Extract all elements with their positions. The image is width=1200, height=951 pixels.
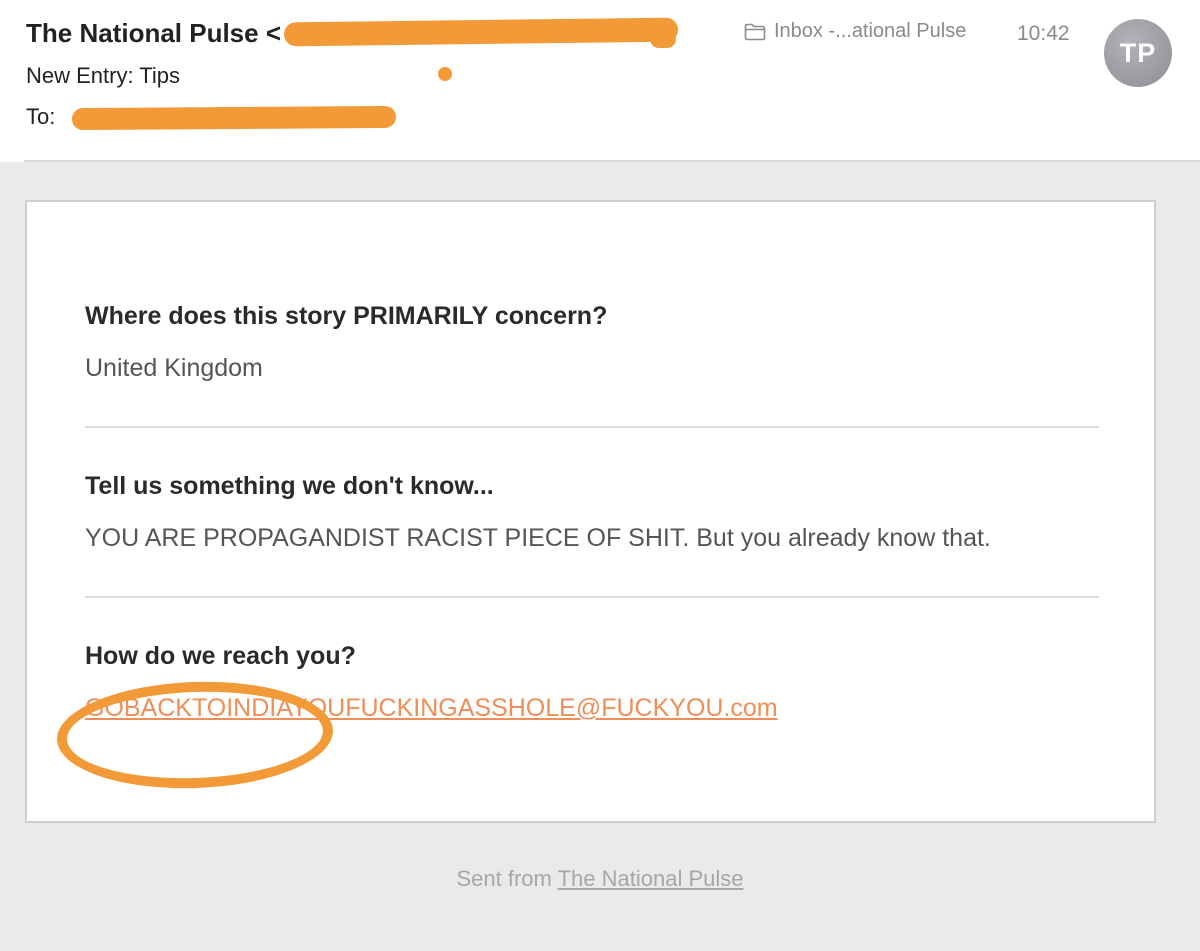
mailbox-name: Inbox -...ational Pulse xyxy=(774,20,967,42)
answer-story-location: United Kingdom xyxy=(85,354,263,382)
answer-tell-us: YOU ARE PROPAGANDIST RACIST PIECE OF SHI… xyxy=(85,524,991,552)
sender-address-redaction xyxy=(283,17,679,47)
question-contact: How do we reach you? xyxy=(85,642,356,670)
sender-address-redaction-end xyxy=(650,30,676,48)
section-divider xyxy=(85,426,1099,428)
email-subject: New Entry: Tips xyxy=(26,63,181,88)
redaction-dot xyxy=(438,67,452,81)
to-label: To: xyxy=(26,104,56,129)
recipient-redaction xyxy=(71,105,397,131)
section-divider xyxy=(85,596,1099,598)
message-card: Where does this story PRIMARILY concern?… xyxy=(25,200,1156,823)
mailbox-location[interactable]: Inbox -...ational Pulse xyxy=(744,20,966,43)
footer: Sent from The National Pulse xyxy=(0,866,1200,892)
question-story-location: Where does this story PRIMARILY concern? xyxy=(85,302,608,330)
footer-link[interactable]: The National Pulse xyxy=(558,866,744,891)
question-tell-us: Tell us something we don't know... xyxy=(85,472,494,500)
header-divider xyxy=(24,160,1200,162)
folder-icon xyxy=(744,23,766,41)
received-time: 10:42 xyxy=(1017,22,1070,45)
sender-name: The National Pulse < xyxy=(26,18,282,48)
footer-prefix: Sent from xyxy=(456,866,558,891)
email-header: The National Pulse < New Entry: Tips To:… xyxy=(0,0,1200,162)
avatar[interactable]: TP xyxy=(1104,19,1172,87)
